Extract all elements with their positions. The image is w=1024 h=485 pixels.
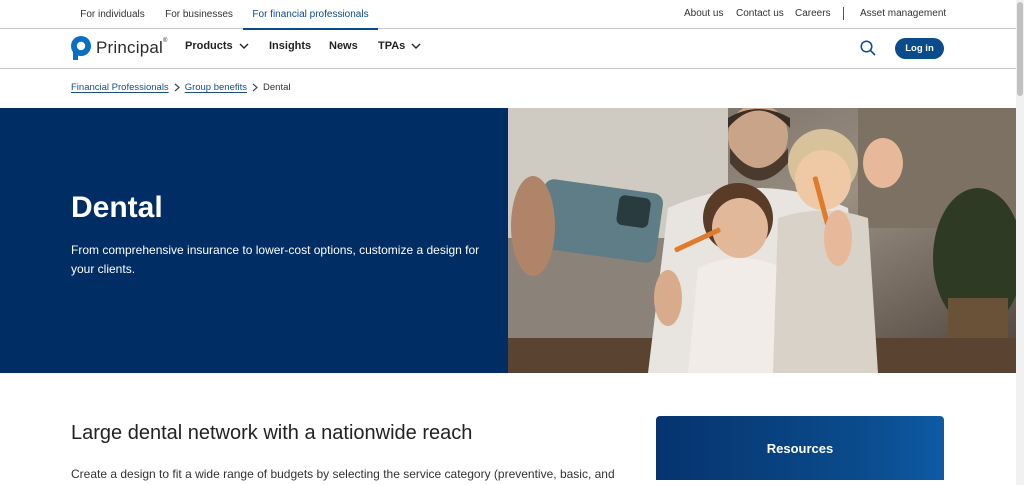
login-button[interactable]: Log in — [895, 38, 944, 59]
search-button[interactable] — [860, 40, 876, 61]
section-heading: Large dental network with a nationwide r… — [71, 422, 473, 444]
hero-photo — [508, 108, 1016, 373]
careers-link[interactable]: Careers — [795, 8, 831, 19]
about-us-link[interactable]: About us — [684, 8, 723, 19]
page-title: Dental — [71, 191, 163, 224]
hero-subtitle: From comprehensive insurance to lower-co… — [71, 243, 480, 276]
nav-insights[interactable]: Insights — [269, 40, 311, 52]
main-navigation: Principal® Products Insights News TPAs L… — [0, 29, 1016, 69]
nav-tpas[interactable]: TPAs — [378, 40, 421, 52]
logo-text: Principal® — [96, 38, 168, 57]
resources-card-body — [656, 480, 944, 485]
nav-products-label: Products — [185, 40, 233, 52]
chevron-right-icon — [174, 83, 180, 92]
principal-logo-icon — [71, 36, 91, 60]
chevron-down-icon — [239, 43, 249, 49]
audience-link-individuals[interactable]: For individuals — [70, 0, 155, 29]
nav-news[interactable]: News — [329, 40, 358, 52]
resources-title: Resources — [766, 441, 834, 456]
nav-products[interactable]: Products — [185, 40, 249, 52]
audience-link-financial-professionals[interactable]: For financial professionals — [243, 0, 378, 30]
breadcrumb-group-benefits[interactable]: Group benefits — [185, 82, 247, 93]
nav-tpas-label: TPAs — [378, 40, 406, 52]
audience-bar: For individuals For businesses For finan… — [0, 0, 1016, 30]
breadcrumb-financial-professionals[interactable]: Financial Professionals — [71, 82, 169, 93]
hero-banner: Dental From comprehensive insurance to l… — [0, 108, 1016, 373]
chevron-right-icon — [252, 83, 258, 92]
resources-card: Resources — [656, 416, 944, 485]
hero-text-panel: Dental From comprehensive insurance to l… — [0, 108, 508, 373]
family-brushing-teeth-photo — [508, 108, 1016, 373]
breadcrumb: Financial Professionals Group benefits D… — [71, 82, 290, 93]
principal-logo[interactable]: Principal® — [70, 35, 168, 61]
search-icon — [860, 40, 876, 56]
contact-us-link[interactable]: Contact us — [736, 8, 784, 19]
audience-link-businesses[interactable]: For businesses — [158, 0, 240, 29]
scrollbar-thumb[interactable] — [1017, 2, 1023, 96]
chevron-down-icon — [411, 43, 421, 49]
divider — [843, 7, 844, 20]
scrollbar[interactable] — [1016, 0, 1024, 485]
asset-management-link[interactable]: Asset management — [860, 8, 946, 19]
breadcrumb-current: Dental — [263, 82, 291, 93]
section-body: Create a design to fit a wide range of b… — [71, 467, 615, 481]
